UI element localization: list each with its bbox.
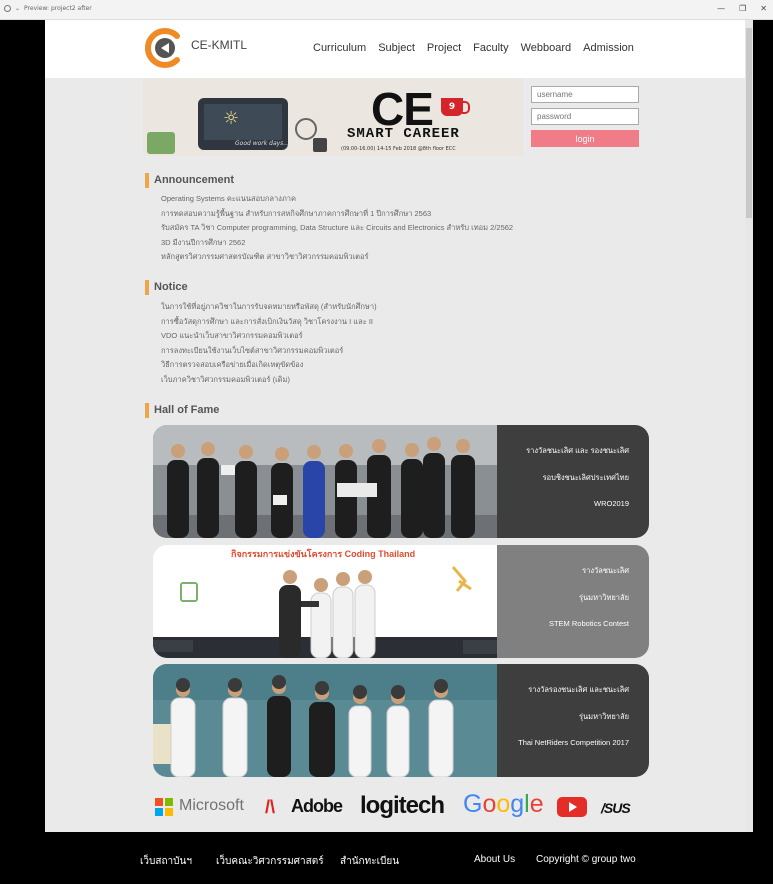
nav-project[interactable]: Project [427,42,461,54]
window-titlebar: ⌄ Preview: project2 after — ❐ ✕ [0,0,773,20]
notice-title: Notice [145,280,188,295]
hof-photo-thai-netriders [153,664,497,777]
window-title: Preview: project2 after [24,5,92,12]
announcement-item[interactable]: หลักสูตรวิศวกรรมศาสตรบัณฑิต สาขาวิชาวิศว… [161,250,513,265]
announcement-title: Announcement [145,173,234,188]
maximize-icon[interactable]: ❐ [739,4,746,13]
lightbulb-icon: ☼ [223,108,240,129]
hof-line: รอบชิงชนะเลิศประเทศไทย [542,473,629,482]
hof-line: รางวัลชนะเลิศ และ รองชนะเลิศ [526,446,629,455]
nav-admission[interactable]: Admission [583,42,634,54]
announcement-item[interactable]: Operating Systems คะแนนสอบกลางภาค [161,192,513,207]
notice-item[interactable]: การซื้อวัสดุการศึกษา และการสั่งเบิกเงินว… [161,315,377,330]
sponsor-logos: Microsoft /\ Adobe logitech Google /SUS [155,790,655,820]
books-decoration [147,132,175,154]
titlebar-left: ⌄ Preview: project2 after [4,5,92,12]
adobe-wordmark[interactable]: Adobe [291,796,343,817]
clock-decoration [295,118,317,140]
preview-icon[interactable] [4,5,11,12]
brand-name[interactable]: CE-KMITL [191,38,247,52]
hof-card-wro2019[interactable]: รางวัลชนะเลิศ และ รองชนะเลิศ รอบชิงชนะเล… [153,425,649,538]
logitech-wordmark[interactable]: logitech [360,792,445,820]
site-header: CE-KMITL Curriculum Subject Project Facu… [45,20,745,78]
password-input[interactable] [531,108,639,125]
announcement-item[interactable]: การทดสอบความรู้พื้นฐาน สำหรับการสหกิจศึก… [161,207,513,222]
minimize-icon[interactable]: — [717,4,725,13]
main-nav: Curriculum Subject Project Faculty Webbo… [313,42,634,54]
hof-line: รางวัลชนะเลิศ [582,566,629,575]
hof-line: รุ่นมหาวิทยาลัย [578,712,629,721]
hof-line: WRO2019 [593,499,629,508]
username-input[interactable] [531,86,639,103]
hof-caption-wro2019: รางวัลชนะเลิศ และ รองชนะเลิศ รอบชิงชนะเล… [497,425,649,538]
nav-subject[interactable]: Subject [378,42,415,54]
footer-link-registrar[interactable]: สำนักทะเบียน [340,854,399,869]
announcement-list: Operating Systems คะแนนสอบกลางภาค การทดส… [161,192,513,265]
hof-line: รุ่นมหาวิทยาลัย [578,593,629,602]
dropdown-chevron-icon[interactable]: ⌄ [15,5,20,12]
smart-career-banner[interactable]: ☼ Good work days... CE 9 SMART CAREER (0… [143,78,523,156]
close-icon[interactable]: ✕ [760,4,767,13]
nav-curriculum[interactable]: Curriculum [313,42,366,54]
google-wordmark[interactable]: Google [463,790,544,819]
microsoft-logo-icon[interactable] [155,798,173,816]
hof-line: Thai NetRiders Competition 2017 [518,738,629,747]
adobe-logo-icon[interactable]: /\ [265,797,275,818]
notice-list: ในการใช้ที่อยู่ภาควิชาในการรับจดหมายหรือ… [161,300,377,388]
footer-link-institute[interactable]: เว็บสถาบันฯ [140,854,192,869]
login-button[interactable]: login [531,130,639,147]
notice-item[interactable]: VDO แนะนำเว็บสาขาวิศวกรรมคอมพิวเตอร์ [161,329,377,344]
hof-line: รางวัลรองชนะเลิศ และชนะเลิศ [528,685,629,694]
notice-item[interactable]: ในการใช้ที่อยู่ภาควิชาในการรับจดหมายหรือ… [161,300,377,315]
footer-copyright: Copyright © group two [536,854,636,865]
hof-line: STEM Robotics Contest [548,619,629,628]
notice-item[interactable]: เว็บภาควิชาวิศวกรรมคอมพิวเตอร์ (เดิม) [161,373,377,388]
screen-text: Good work days... [235,140,290,147]
photo-banner-text: กิจกรรมการแข่งขันโครงการ Coding Thailand [230,548,415,559]
nav-webboard[interactable]: Webboard [521,42,572,54]
web-page: CE-KMITL Curriculum Subject Project Facu… [45,20,745,832]
hof-card-thai-netriders[interactable]: รางวัลรองชนะเลิศ และชนะเลิศ รุ่นมหาวิทยา… [153,664,649,777]
announcement-item[interactable]: 3D มีงานปีการศึกษา 2562 [161,236,513,251]
banner-date: (09.00-16.00) 14-15 Feb 2018 @8th floor … [341,146,456,152]
scrollbar-thumb[interactable] [746,28,752,218]
window-controls: — ❐ ✕ [717,4,767,13]
hof-caption-stem-robotics: รางวัลชนะเลิศ รุ่นมหาวิทยาลัย STEM Robot… [497,545,649,658]
hof-caption-thai-netriders: รางวัลรองชนะเลิศ และชนะเลิศ รุ่นมหาวิทยา… [497,664,649,777]
microsoft-wordmark[interactable]: Microsoft [179,797,244,815]
notice-item[interactable]: วิธีการตรวจสอบเครือข่ายเมื่อเกิดเหตุขัดข… [161,358,377,373]
footer-about-us[interactable]: About Us [474,854,515,865]
notice-item[interactable]: การลงทะเบียนใช้งานเว็บไซต์สาขาวิศวกรรมคอ… [161,344,377,359]
footer-link-engineering[interactable]: เว็บคณะวิศวกรรมศาสตร์ [216,854,324,869]
desk-decoration [313,138,327,152]
nav-faculty[interactable]: Faculty [473,42,508,54]
coffee-cup-icon: 9 [441,98,470,116]
announcement-item[interactable]: รับสมัคร TA วิชา Computer programming, D… [161,221,513,236]
hall-of-fame-title: Hall of Fame [145,403,219,418]
vertical-scrollbar[interactable] [745,20,753,832]
hof-photo-stem-robotics: กิจกรรมการแข่งขันโครงการ Coding Thailand [153,545,497,658]
youtube-logo-icon[interactable] [557,797,587,817]
login-form: login [531,86,639,147]
banner-subtitle: SMART CAREER [347,126,460,142]
asus-wordmark[interactable]: /SUS [601,800,631,816]
hof-card-stem-robotics[interactable]: กิจกรรมการแข่งขันโครงการ Coding Thailand… [153,545,649,658]
hof-photo-wro2019 [153,425,497,538]
ce-logo-icon[interactable] [145,28,185,68]
